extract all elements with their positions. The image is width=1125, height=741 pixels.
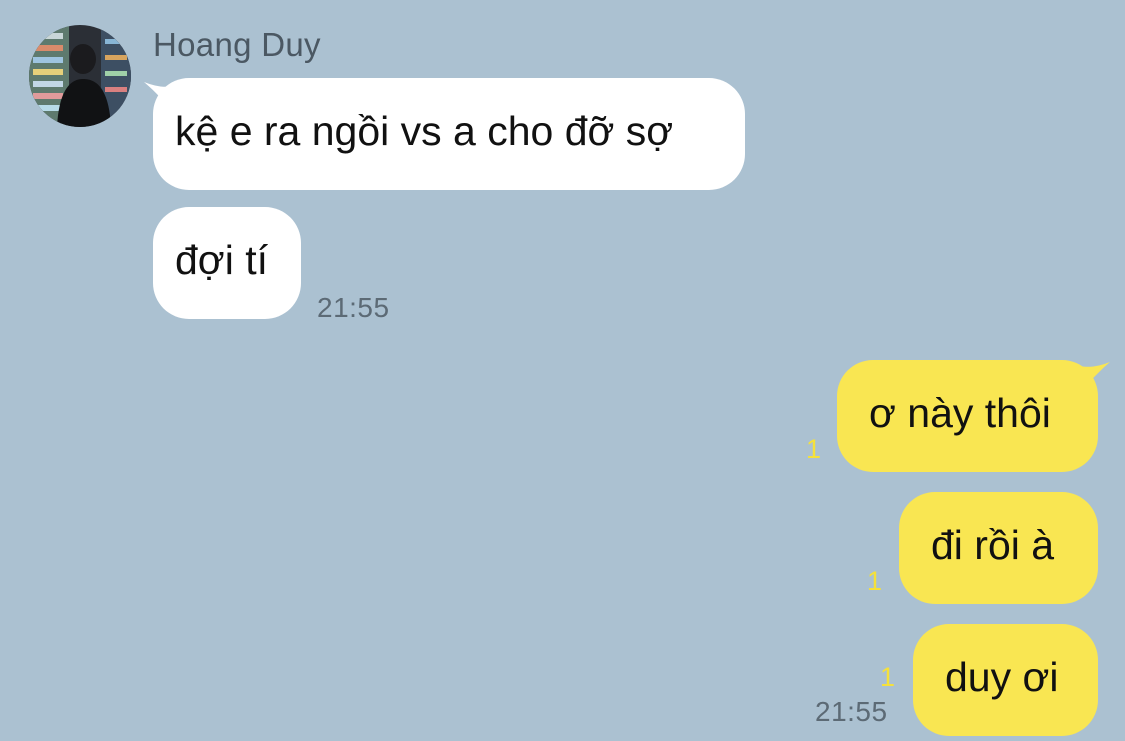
message-text: đi rồi à — [931, 521, 1055, 568]
outgoing-message-bubble[interactable]: duy ơi — [913, 624, 1098, 736]
unread-count: 1 — [806, 434, 822, 464]
message-timestamp: 21:55 — [317, 292, 390, 323]
unread-count: 1 — [880, 662, 896, 692]
incoming-message-bubble[interactable]: đợi tí — [153, 207, 301, 319]
message-text: ơ này thôi — [869, 389, 1051, 436]
message-text: duy ơi — [945, 653, 1059, 700]
outgoing-message-bubble[interactable]: đi rồi à — [899, 492, 1098, 604]
sender-avatar[interactable] — [29, 25, 131, 127]
message-text: kệ e ra ngồi vs a cho đỡ sợ — [175, 107, 674, 154]
outgoing-message-bubble[interactable]: ơ này thôi — [837, 360, 1098, 472]
unread-count: 1 — [867, 566, 883, 596]
message-text: đợi tí — [175, 236, 268, 283]
incoming-message-bubble[interactable]: kệ e ra ngồi vs a cho đỡ sợ — [153, 78, 745, 190]
message-timestamp: 21:55 — [815, 696, 888, 727]
sender-name: Hoang Duy — [153, 26, 321, 63]
avatar-photo — [29, 25, 131, 127]
